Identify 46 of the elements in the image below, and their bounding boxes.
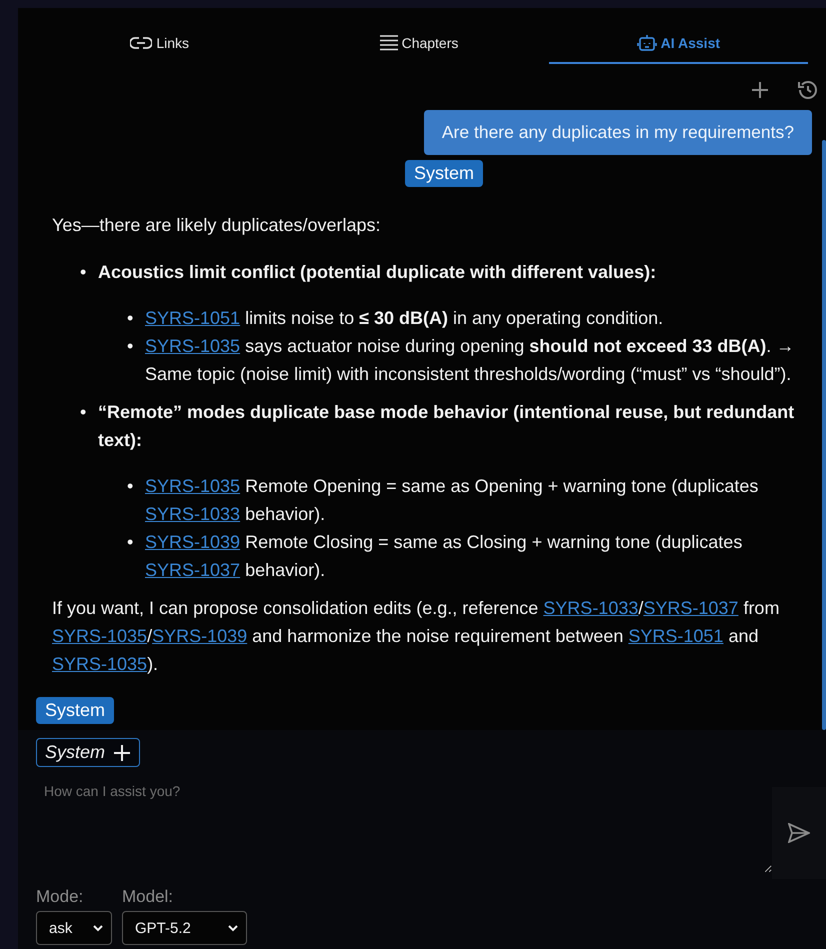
requirement-link[interactable]: SYRS-1033 bbox=[543, 598, 638, 618]
requirement-link[interactable]: SYRS-1037 bbox=[643, 598, 738, 618]
bullet: • bbox=[127, 307, 134, 330]
bullet: • bbox=[80, 261, 86, 284]
requirement-link[interactable]: SYRS-1035 bbox=[52, 626, 148, 646]
bullet: • bbox=[127, 335, 134, 358]
requirement-link[interactable]: SYRS-1033 bbox=[145, 504, 240, 524]
requirement-link[interactable]: SYRS-1035 bbox=[145, 336, 240, 356]
list-icon bbox=[380, 35, 398, 51]
chevron-icon bbox=[93, 924, 103, 932]
bullet: • bbox=[127, 475, 134, 498]
answer-text: If you want, I can propose consolidation edits (e.g., reference SYRS-1033/SYRS-1037 from SYRS-1035/SYRS-1039 and harmonize the noise requirement between SYRS-1051 and SYRS-1035). bbox=[52, 597, 780, 676]
section-heading: Acoustics limit conflict (potential duplicate with different values): bbox=[98, 262, 656, 282]
robot-icon bbox=[636, 33, 657, 53]
answer-item: SYRS-1035 says actuator noise during opening should not exceed 33 dB(A). → Same topic (noise limit) with inconsistent thresholds/wording (“must” vs “should”). bbox=[145, 336, 794, 384]
requirement-link[interactable]: SYRS-1035 bbox=[145, 476, 240, 496]
requirement-link[interactable]: SYRS-1051 bbox=[145, 308, 240, 328]
send-icon bbox=[788, 823, 810, 843]
requirement-link[interactable]: SYRS-1039 bbox=[152, 626, 248, 646]
tab[interactable]: Chapters bbox=[289, 24, 549, 64]
send-button[interactable] bbox=[772, 787, 826, 879]
tab[interactable]: AI Assist bbox=[548, 24, 808, 64]
answer-item: SYRS-1051 limits noise to ≤ 30 dB(A) in any operating condition. bbox=[145, 308, 664, 328]
system-tag: System bbox=[36, 697, 114, 724]
answer-item: SYRS-1035 Remote Opening = same as Opening + warning tone (duplicates SYRS-1033 behavior). bbox=[145, 476, 758, 524]
mode-select[interactable]: ask bbox=[36, 911, 112, 945]
bullet: • bbox=[80, 401, 86, 424]
plus-icon bbox=[113, 744, 132, 762]
system-tag: System bbox=[405, 160, 484, 187]
answer-text: Yes—there are likely duplicates/overlaps: bbox=[52, 214, 382, 237]
model-label: Model: bbox=[122, 887, 174, 907]
bullet: • bbox=[127, 531, 134, 554]
context-chip[interactable]: System bbox=[36, 738, 140, 767]
section-heading: “Remote” modes duplicate base mode behavior (intentional reuse, but redundant text): bbox=[98, 402, 794, 450]
requirement-link[interactable]: SYRS-1035 bbox=[52, 654, 148, 674]
tab[interactable]: Links bbox=[30, 24, 290, 64]
chevron-icon bbox=[228, 924, 238, 932]
mode-label: Mode: bbox=[36, 887, 84, 907]
answer-item: SYRS-1039 Remote Closing = same as Closing + warning tone (duplicates SYRS-1037 behavior). bbox=[145, 532, 742, 580]
requirement-link[interactable]: SYRS-1037 bbox=[145, 560, 240, 580]
requirement-link[interactable]: SYRS-1039 bbox=[145, 532, 240, 552]
user-message: Are there any duplicates in my requirements? bbox=[424, 110, 812, 155]
link-icon bbox=[130, 37, 152, 49]
model-select[interactable]: GPT-5.2 bbox=[122, 911, 247, 945]
requirement-link[interactable]: SYRS-1051 bbox=[628, 626, 724, 646]
scrollbar[interactable] bbox=[822, 140, 826, 730]
